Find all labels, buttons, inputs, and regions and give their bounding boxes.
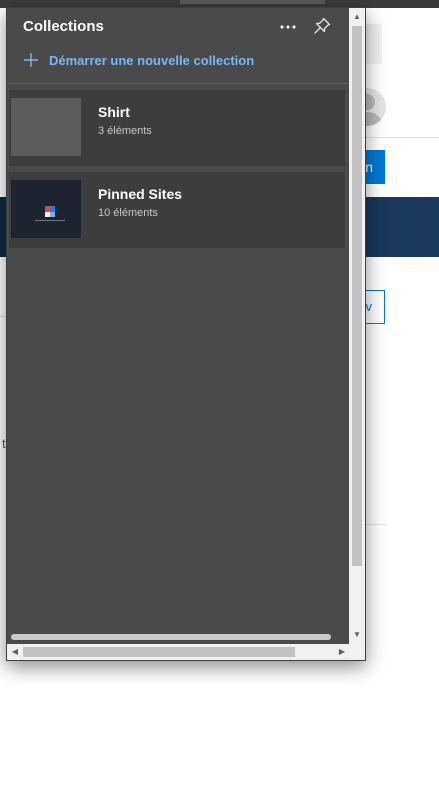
- collection-card-shirt[interactable]: Shirt 3 éléments: [9, 90, 345, 166]
- pin-icon[interactable]: [311, 15, 333, 37]
- tab-strip-segment: [180, 0, 325, 4]
- start-new-collection-button[interactable]: Démarrer une nouvelle collection: [23, 50, 254, 70]
- scroll-up-icon[interactable]: ▲: [349, 10, 365, 24]
- collection-name: Shirt: [98, 104, 130, 120]
- start-new-collection-label: Démarrer une nouvelle collection: [49, 52, 255, 68]
- scroll-right-icon[interactable]: ▶: [335, 644, 349, 660]
- collections-header: Collections: [7, 8, 349, 48]
- scrollbar-corner: [349, 644, 365, 660]
- site-preview-image: [11, 180, 81, 238]
- collections-title: Collections: [23, 18, 104, 35]
- vertical-scrollbar[interactable]: ▲ ▼: [349, 8, 365, 644]
- inner-horizontal-scroll-indicator[interactable]: [11, 634, 331, 640]
- collection-thumbnail: [11, 98, 81, 156]
- scroll-left-icon[interactable]: ◀: [8, 644, 22, 660]
- collection-card-pinned-sites[interactable]: Pinned Sites 10 éléments: [9, 172, 345, 248]
- collection-name: Pinned Sites: [98, 186, 183, 202]
- header-divider: [7, 83, 349, 84]
- collection-item-count: 3 éléments: [98, 125, 152, 137]
- background-divider: [366, 524, 386, 525]
- more-options-icon[interactable]: [277, 16, 299, 38]
- horizontal-scroll-thumb[interactable]: [23, 647, 295, 657]
- background-divider: [366, 137, 439, 138]
- collections-pane: Collections Démarrer une nouvelle collec…: [6, 7, 366, 661]
- plus-icon: [24, 53, 38, 67]
- scroll-down-icon[interactable]: ▼: [349, 628, 365, 642]
- horizontal-scrollbar[interactable]: ◀ ▶: [7, 644, 349, 660]
- collection-item-count: 10 éléments: [98, 207, 158, 219]
- collection-thumbnail: [11, 180, 81, 238]
- vertical-scroll-thumb[interactable]: [352, 26, 362, 566]
